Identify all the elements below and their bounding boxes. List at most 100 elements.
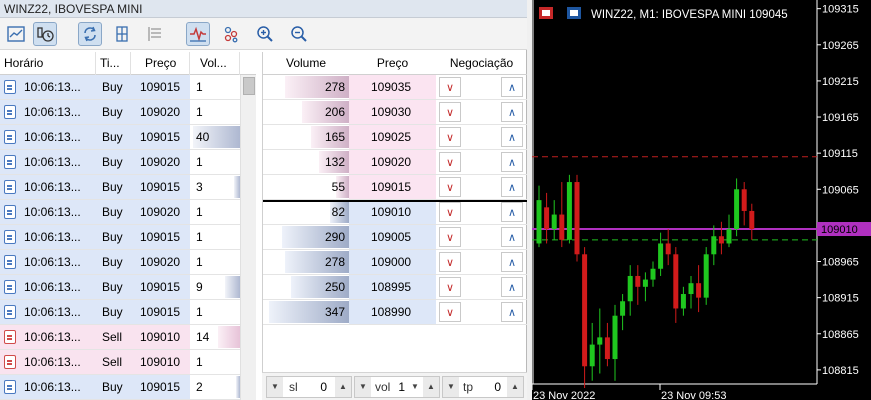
zoom-in-icon[interactable] [253,22,277,46]
trade-price: 109015 [131,275,190,299]
document-icon [4,355,16,369]
decrement-icon[interactable]: ▼ [267,377,283,397]
buy-chevron-icon[interactable]: ∧ [501,302,523,322]
table-row[interactable]: 10:06:13... Buy 109020 1 [0,100,240,125]
trade-price: 109010 [131,325,190,349]
column-header-price[interactable]: Preço [131,52,190,75]
bid-row[interactable]: 250 108995 ∨ ∧ [263,275,527,300]
sell-chevron-icon[interactable]: ∨ [439,202,461,222]
volume-bar [225,276,240,298]
sell-chevron-icon[interactable]: ∨ [439,277,461,297]
sell-chevron-icon[interactable]: ∨ [439,252,461,272]
trade-type: Buy [96,275,131,299]
list-icon[interactable] [143,22,167,46]
stop-loss-spinner[interactable]: ▼ sl 0 ▲ [266,376,352,398]
increment-icon[interactable]: ▲ [423,377,439,397]
depth-volume: 82 [331,205,345,219]
table-row[interactable]: 10:06:13... Buy 109015 40 [0,125,240,150]
buy-chevron-icon[interactable]: ∧ [501,177,523,197]
trade-volume-cell: 1 [190,100,240,124]
trade-price: 109015 [131,75,190,99]
decrement-icon[interactable]: ▼ [443,377,459,397]
sell-chevron-icon[interactable]: ∨ [439,77,461,97]
ask-row[interactable]: 165 109025 ∨ ∧ [263,125,527,150]
increment-icon[interactable]: ▲ [507,377,523,397]
decrement-icon[interactable]: ▼ [355,377,371,397]
buy-chevron-icon[interactable]: ∧ [501,77,523,97]
trade-buttons: ∨ ∧ [436,225,527,249]
trade-price: 109020 [131,100,190,124]
trade-type: Buy [96,125,131,149]
depth-volume: 55 [331,180,345,194]
sl-label: sl [289,380,298,394]
vol-value[interactable]: 1 [393,377,405,397]
table-row[interactable]: 10:06:13... Buy 109015 1 [0,300,240,325]
sell-chevron-icon[interactable]: ∨ [439,227,461,247]
trade-type: Buy [96,200,131,224]
table-row[interactable]: 10:06:13... Sell 109010 1 [0,350,240,375]
ask-row[interactable]: 206 109030 ∨ ∧ [263,100,527,125]
bull-candle [688,283,694,295]
panel-title-bar: WINZ22, IBOVESPA MINI [0,0,527,18]
depth-price: 109010 [349,200,436,224]
bid-row[interactable]: 278 109000 ∨ ∧ [263,250,527,275]
table-row[interactable]: 10:06:13... Buy 109015 1 [0,75,240,100]
trade-buttons: ∨ ∧ [436,200,527,224]
table-row[interactable]: 10:06:13... Buy 109020 1 [0,250,240,275]
decrement-icon[interactable]: ▼ [407,377,423,397]
bid-row[interactable]: 290 109005 ∨ ∧ [263,225,527,250]
price-label: 108815 [822,365,859,377]
volume-spinner[interactable]: ▼ vol 1 ▼ ▲ [354,376,440,398]
table-row[interactable]: 10:06:13... Buy 109020 1 [0,200,240,225]
trade-time: 10:06:13... [0,100,96,124]
scrollbar-thumb[interactable] [243,77,255,95]
ask-row[interactable]: 55 109015 ∨ ∧ [263,175,527,200]
price-chart[interactable]: 109315 109265 109215 109165 109115 109065 1090… [532,0,871,400]
bull-candle [711,236,717,255]
refresh-icon[interactable] [78,22,102,46]
ask-row[interactable]: 278 109035 ∨ ∧ [263,75,527,100]
table-row[interactable]: 10:06:13... Buy 109015 1 [0,225,240,250]
bid-row[interactable]: 347 108990 ∨ ∧ [263,300,527,325]
column-header-type[interactable]: Ti... [96,52,131,75]
chart-canvas[interactable]: 109315 109265 109215 109165 109115 109065 1090… [532,0,871,400]
column-header-time[interactable]: Horário [0,52,96,75]
buy-chevron-icon[interactable]: ∧ [501,227,523,247]
buy-chevron-icon[interactable]: ∧ [501,152,523,172]
buy-chevron-icon[interactable]: ∧ [501,127,523,147]
sell-chevron-icon[interactable]: ∨ [439,177,461,197]
table-row[interactable]: 10:06:13... Buy 109015 2 [0,375,240,400]
grid-icon[interactable] [110,22,134,46]
buy-chevron-icon[interactable]: ∧ [501,102,523,122]
sell-chevron-icon[interactable]: ∨ [439,127,461,147]
bid-row[interactable]: 82 109010 ∨ ∧ [263,200,527,225]
buy-chevron-icon[interactable]: ∧ [501,277,523,297]
table-row[interactable]: 10:06:13... Buy 109015 9 [0,275,240,300]
table-row[interactable]: 10:06:13... Sell 109010 14 [0,325,240,350]
trade-time: 10:06:13... [0,300,96,324]
bull-candle [734,189,740,230]
zoom-out-icon[interactable] [287,22,311,46]
tp-value[interactable]: 0 [475,377,501,397]
take-profit-spinner[interactable]: ▼ tp 0 ▲ [442,376,524,398]
trade-type: Buy [96,175,131,199]
sell-chevron-icon[interactable]: ∨ [439,102,461,122]
scatter-icon[interactable] [219,22,243,46]
buy-chevron-icon[interactable]: ∧ [501,252,523,272]
buy-chevron-icon[interactable]: ∧ [501,202,523,222]
ask-row[interactable]: 132 109020 ∨ ∧ [263,150,527,175]
current-price-label: 109010 [821,224,858,236]
column-header-volume[interactable]: Vol... [190,52,240,75]
increment-icon[interactable]: ▲ [335,377,351,397]
sl-value[interactable]: 0 [303,377,327,397]
signal-icon[interactable] [186,22,210,46]
sell-chevron-icon[interactable]: ∨ [439,152,461,172]
market-depth-panel: WINZ22, IBOVESPA MINI Horário Ti... Preç… [0,0,527,400]
line-chart-icon[interactable] [4,22,28,46]
sell-chevron-icon[interactable]: ∨ [439,302,461,322]
trade-volume: 1 [196,80,203,94]
table-row[interactable]: 10:06:13... Buy 109020 1 [0,150,240,175]
trades-scrollbar[interactable] [240,75,256,400]
clock-chart-icon[interactable] [33,22,57,46]
table-row[interactable]: 10:06:13... Buy 109015 3 [0,175,240,200]
